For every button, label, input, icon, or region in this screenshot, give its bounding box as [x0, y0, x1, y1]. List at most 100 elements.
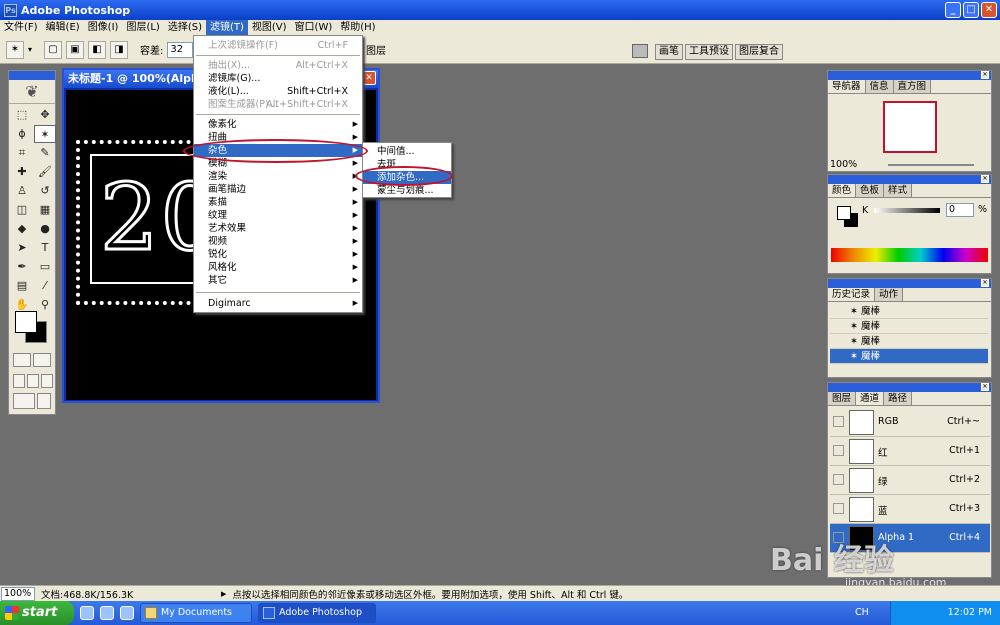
channel-row-rgb[interactable]: RGB Ctrl+~ — [830, 408, 990, 437]
edit-in-imageready-icon[interactable] — [37, 393, 51, 409]
tolerance-input[interactable]: 32 — [167, 41, 194, 58]
history-panel-titlebar[interactable]: ✕ — [828, 279, 991, 288]
menu-item-pattern-maker[interactable]: 图案生成器(P)... Alt+Shift+Ctrl+X — [194, 98, 362, 111]
tab-swatches[interactable]: 色板 — [856, 184, 885, 197]
tab-channels[interactable]: 通道 — [856, 392, 885, 405]
tab-layers[interactable]: 图层 — [828, 392, 857, 405]
type-tool-icon[interactable]: T — [34, 239, 56, 257]
k-value-input[interactable]: 0 — [946, 203, 974, 217]
task-photoshop[interactable]: Adobe Photoshop — [258, 603, 376, 623]
status-doc-size[interactable]: 文档:468.8K/156.3K — [41, 587, 221, 601]
tab-paths[interactable]: 路径 — [884, 392, 913, 405]
menu-filter[interactable]: 滤镜(T) — [205, 20, 248, 36]
menu-item-liquify[interactable]: 液化(L)... Shift+Ctrl+X — [194, 85, 362, 98]
menu-item-pixelate[interactable]: 像素化 ▶ — [194, 118, 362, 131]
history-item[interactable]: ✶ 魔棒 — [830, 334, 988, 349]
clone-stamp-icon[interactable]: ♙ — [11, 182, 33, 200]
tab-histogram[interactable]: 直方图 — [893, 80, 932, 93]
tab-history[interactable]: 历史记录 — [828, 288, 876, 301]
standard-mode-icon[interactable] — [13, 353, 31, 367]
menu-view[interactable]: 视图(V) — [248, 20, 291, 36]
new-selection-icon[interactable]: ▢ — [44, 40, 63, 59]
menu-image[interactable]: 图像(I) — [84, 20, 123, 36]
clock[interactable]: 12:02 PM — [948, 607, 992, 618]
visibility-icon[interactable] — [833, 416, 844, 427]
menu-item-render[interactable]: 渲染 ▶ — [194, 170, 362, 183]
menu-item-other[interactable]: 其它 ▶ — [194, 274, 362, 287]
document-close-button[interactable]: ✕ — [362, 71, 376, 85]
color-panel-titlebar[interactable]: ✕ — [828, 175, 991, 184]
navigator-zoom-slider[interactable] — [888, 164, 974, 166]
menu-item-texture[interactable]: 纹理 ▶ — [194, 209, 362, 222]
task-my-documents[interactable]: My Documents — [140, 603, 252, 623]
maximize-button[interactable]: □ — [963, 2, 979, 18]
channel-row-green[interactable]: 绿 Ctrl+2 — [830, 466, 990, 495]
channel-row-red[interactable]: 红 Ctrl+1 — [830, 437, 990, 466]
menu-item-extract[interactable]: 抽出(X)... Alt+Ctrl+X — [194, 59, 362, 72]
menu-item-stylize[interactable]: 风格化 ▶ — [194, 261, 362, 274]
marquee-tool-icon[interactable]: ⬚ — [11, 106, 33, 124]
menu-help[interactable]: 帮助(H) — [336, 20, 379, 36]
menu-file[interactable]: 文件(F) — [0, 20, 42, 36]
panel-close-icon[interactable]: ✕ — [981, 383, 989, 391]
show-desktop-icon[interactable] — [100, 606, 114, 620]
tab-styles[interactable]: 样式 — [884, 184, 913, 197]
magic-wand-icon[interactable]: ✶ — [34, 125, 56, 143]
dodge-tool-icon[interactable]: ● — [34, 220, 56, 238]
minimize-button[interactable]: _ — [945, 2, 961, 18]
file-browser-icon[interactable] — [632, 44, 648, 58]
history-item-selected[interactable]: ✶ 魔棒 — [830, 349, 988, 364]
panel-close-icon[interactable]: ✕ — [981, 71, 989, 79]
imageready-jump-icon[interactable] — [13, 393, 35, 409]
tab-navigator[interactable]: 导航器 — [828, 80, 866, 93]
color-spectrum[interactable] — [831, 248, 988, 262]
add-selection-icon[interactable]: ▣ — [66, 40, 85, 59]
menu-item-digimarc[interactable]: Digimarc ▶ — [194, 297, 362, 310]
menu-item-sharpen[interactable]: 锐化 ▶ — [194, 248, 362, 261]
move-tool-icon[interactable]: ✥ — [34, 106, 56, 124]
status-zoom-input[interactable]: 100% — [1, 586, 35, 601]
close-button[interactable]: ✕ — [981, 2, 997, 18]
eraser-tool-icon[interactable]: ◫ — [11, 201, 33, 219]
tool-preset-arrow-icon[interactable]: ▾ — [28, 45, 32, 54]
eyedropper-icon[interactable]: ⁄ — [34, 277, 56, 295]
palette-tab-brushes[interactable]: 画笔 — [655, 44, 683, 60]
tab-color[interactable]: 颜色 — [828, 184, 857, 197]
path-select-icon[interactable]: ➤ — [11, 239, 33, 257]
menu-item-artistic[interactable]: 艺术效果 ▶ — [194, 222, 362, 235]
screen-mode-standard-icon[interactable] — [13, 374, 25, 388]
menu-window[interactable]: 窗口(W) — [291, 20, 337, 36]
channel-row-blue[interactable]: 蓝 Ctrl+3 — [830, 495, 990, 524]
menu-item-filter-gallery[interactable]: 滤镜库(G)... — [194, 72, 362, 85]
navigator-zoom-value[interactable]: 100% — [830, 159, 857, 170]
palette-tab-tool-presets[interactable]: 工具预设 — [685, 44, 733, 60]
channels-panel-titlebar[interactable]: ✕ — [828, 383, 991, 392]
ie-quicklaunch-icon[interactable] — [80, 606, 94, 620]
menu-item-brush-strokes[interactable]: 画笔描边 ▶ — [194, 183, 362, 196]
shape-tool-icon[interactable]: ▭ — [34, 258, 56, 276]
notes-tool-icon[interactable]: ▤ — [11, 277, 33, 295]
status-play-icon[interactable]: ▶ — [221, 590, 226, 598]
adobe-feather-icon[interactable]: ❦ — [9, 80, 55, 104]
gradient-tool-icon[interactable]: ▦ — [34, 201, 56, 219]
navigator-panel-titlebar[interactable]: ✕ — [828, 71, 991, 80]
lasso-tool-icon[interactable]: ϕ — [11, 125, 33, 143]
blur-tool-icon[interactable]: ◆ — [11, 220, 33, 238]
toolbox-titlebar[interactable] — [9, 71, 55, 80]
visibility-icon[interactable] — [833, 474, 844, 485]
crop-tool-icon[interactable]: ⌗ — [11, 144, 33, 162]
submenu-item-median[interactable]: 中间值... — [363, 145, 451, 158]
palette-tab-layer-comps[interactable]: 图层复合 — [735, 44, 783, 60]
visibility-icon[interactable] — [833, 445, 844, 456]
slice-tool-icon[interactable]: ✎ — [34, 144, 56, 162]
menu-item-sketch[interactable]: 素描 ▶ — [194, 196, 362, 209]
color-fg-swatch[interactable] — [837, 206, 851, 220]
brush-tool-icon[interactable]: 🖌 — [34, 163, 56, 181]
quickmask-mode-icon[interactable] — [33, 353, 51, 367]
intersect-selection-icon[interactable]: ◨ — [110, 40, 129, 59]
history-item[interactable]: ✶ 魔棒 — [830, 304, 988, 319]
zoom-tool-icon[interactable]: ⚲ — [34, 296, 56, 314]
menu-item-last-filter[interactable]: 上次滤镜操作(F) Ctrl+F — [194, 39, 362, 52]
k-slider[interactable] — [874, 208, 940, 213]
menu-select[interactable]: 选择(S) — [164, 20, 206, 36]
